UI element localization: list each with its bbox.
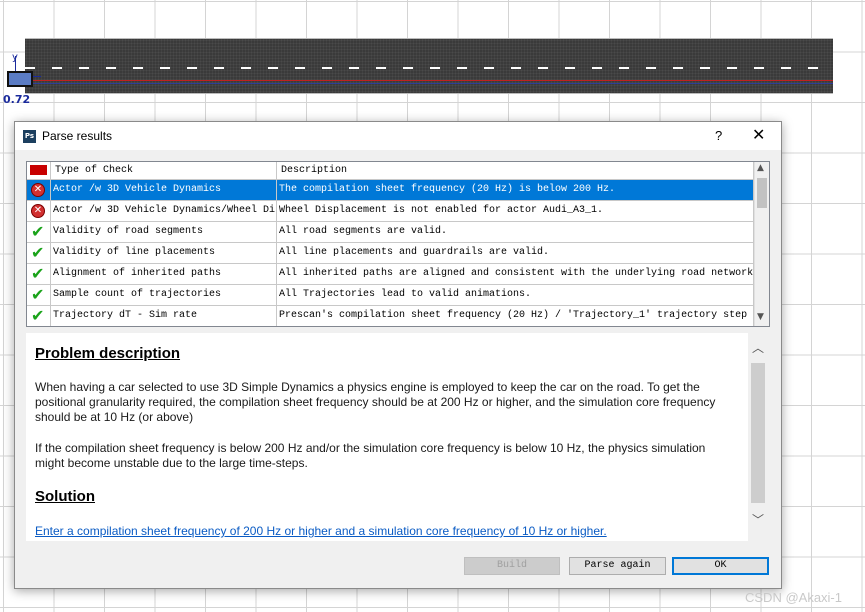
status-cell: ✔ — [27, 306, 51, 326]
dialog-titlebar[interactable]: Ps Parse results ? ✕ — [15, 122, 781, 150]
table-row[interactable]: ✔ Trajectory dT - Sim rate Prescan's compi… — [27, 306, 754, 326]
chevron-up-icon[interactable]: ︿ — [752, 339, 764, 356]
table-scrollbar[interactable]: ▲ ▼ — [754, 162, 769, 326]
description-cell: Wheel Displacement is not enabled for ac… — [277, 201, 754, 221]
description-column-header[interactable]: Description — [277, 162, 754, 179]
check-type-cell: Trajectory dT - Sim rate — [51, 306, 277, 326]
check-type-cell: Validity of line placements — [51, 243, 277, 263]
description-cell: All inherited paths are aligned and cons… — [277, 264, 754, 284]
check-type-cell: Sample count of trajectories — [51, 285, 277, 305]
help-button[interactable]: ? — [715, 128, 722, 143]
table-row[interactable]: ✕ Actor /w 3D Vehicle Dynamics/Wheel Di..… — [27, 201, 754, 222]
check-icon: ✔ — [31, 285, 45, 304]
lane-dash-line — [25, 67, 833, 69]
flag-icon — [30, 165, 47, 175]
coordinate-readout: 0.72 — [3, 93, 31, 106]
description-cell: Prescan's compilation sheet frequency (2… — [277, 306, 754, 326]
check-type-cell: Actor /w 3D Vehicle Dynamics/Wheel Di... — [51, 201, 277, 221]
check-type-cell: Actor /w 3D Vehicle Dynamics — [51, 180, 277, 200]
table-row[interactable]: ✔ Sample count of trajectories All Traject… — [27, 285, 754, 306]
table-row[interactable]: ✔ Validity of line placements All line pla… — [27, 243, 754, 264]
solution-link[interactable]: Enter a compilation sheet frequency of 2… — [35, 524, 607, 538]
scrollbar-thumb[interactable] — [757, 178, 767, 208]
error-icon: ✕ — [31, 204, 45, 218]
detail-panel: Problem description When having a car se… — [26, 333, 768, 541]
check-icon: ✔ — [31, 243, 45, 262]
description-cell: All line placements and guardrails are v… — [277, 243, 754, 263]
detail-scrollbar-thumb[interactable] — [751, 363, 765, 503]
status-cell: ✕ — [27, 180, 51, 200]
table-row[interactable]: ✔ Validity of road segments All road segme… — [27, 222, 754, 243]
error-icon: ✕ — [31, 183, 45, 197]
check-icon: ✔ — [31, 222, 45, 241]
check-type-cell: Alignment of inherited paths — [51, 264, 277, 284]
road-segment[interactable] — [25, 38, 833, 94]
watermark: CSDN @Akaxi-1 — [745, 590, 842, 605]
parse-results-dialog: Ps Parse results ? ✕ Type of Check Descr… — [14, 121, 782, 589]
problem-text-2: If the compilation sheet frequency is be… — [35, 441, 706, 470]
ok-button[interactable]: OK — [672, 557, 769, 575]
close-button[interactable]: ✕ — [752, 125, 765, 145]
prescan-app-icon: Ps — [23, 130, 36, 143]
results-table: Type of Check Description ✕ Actor /w 3D V… — [26, 161, 770, 327]
table-header: Type of Check Description — [27, 162, 754, 180]
parse-again-button[interactable]: Parse again — [569, 557, 666, 575]
status-cell: ✔ — [27, 285, 51, 305]
build-button[interactable]: Build — [464, 557, 560, 575]
check-type-cell: Validity of road segments — [51, 222, 277, 242]
solution-heading: Solution — [35, 488, 95, 505]
description-cell: All road segments are valid. — [277, 222, 754, 242]
type-column-header[interactable]: Type of Check — [51, 162, 277, 179]
scroll-down-icon[interactable]: ▼ — [757, 312, 764, 322]
check-icon: ✔ — [31, 264, 45, 283]
check-icon: ✔ — [31, 306, 45, 325]
problem-heading: Problem description — [35, 345, 181, 362]
chevron-down-icon[interactable]: ﹀ — [752, 511, 764, 528]
dialog-title: Parse results — [42, 129, 113, 143]
detail-scrollbar[interactable]: ︿ ﹀ — [748, 333, 768, 541]
status-cell: ✕ — [27, 201, 51, 221]
trajectory-path-line — [25, 80, 833, 81]
y-axis-label: y — [12, 52, 18, 63]
description-cell: The compilation sheet frequency (20 Hz) … — [277, 180, 754, 200]
problem-text: When having a car selected to use 3D Sim… — [35, 380, 716, 424]
status-cell: ✔ — [27, 222, 51, 242]
table-row[interactable]: ✕ Actor /w 3D Vehicle Dynamics The compila… — [27, 180, 754, 201]
vehicle-actor[interactable] — [7, 71, 33, 87]
status-column-header[interactable] — [27, 162, 51, 179]
table-row[interactable]: ✔ Alignment of inherited paths All inherit… — [27, 264, 754, 285]
scroll-up-icon[interactable]: ▲ — [757, 163, 764, 173]
status-cell: ✔ — [27, 264, 51, 284]
status-cell: ✔ — [27, 243, 51, 263]
path-line — [25, 83, 833, 84]
description-cell: All Trajectories lead to valid animation… — [277, 285, 754, 305]
